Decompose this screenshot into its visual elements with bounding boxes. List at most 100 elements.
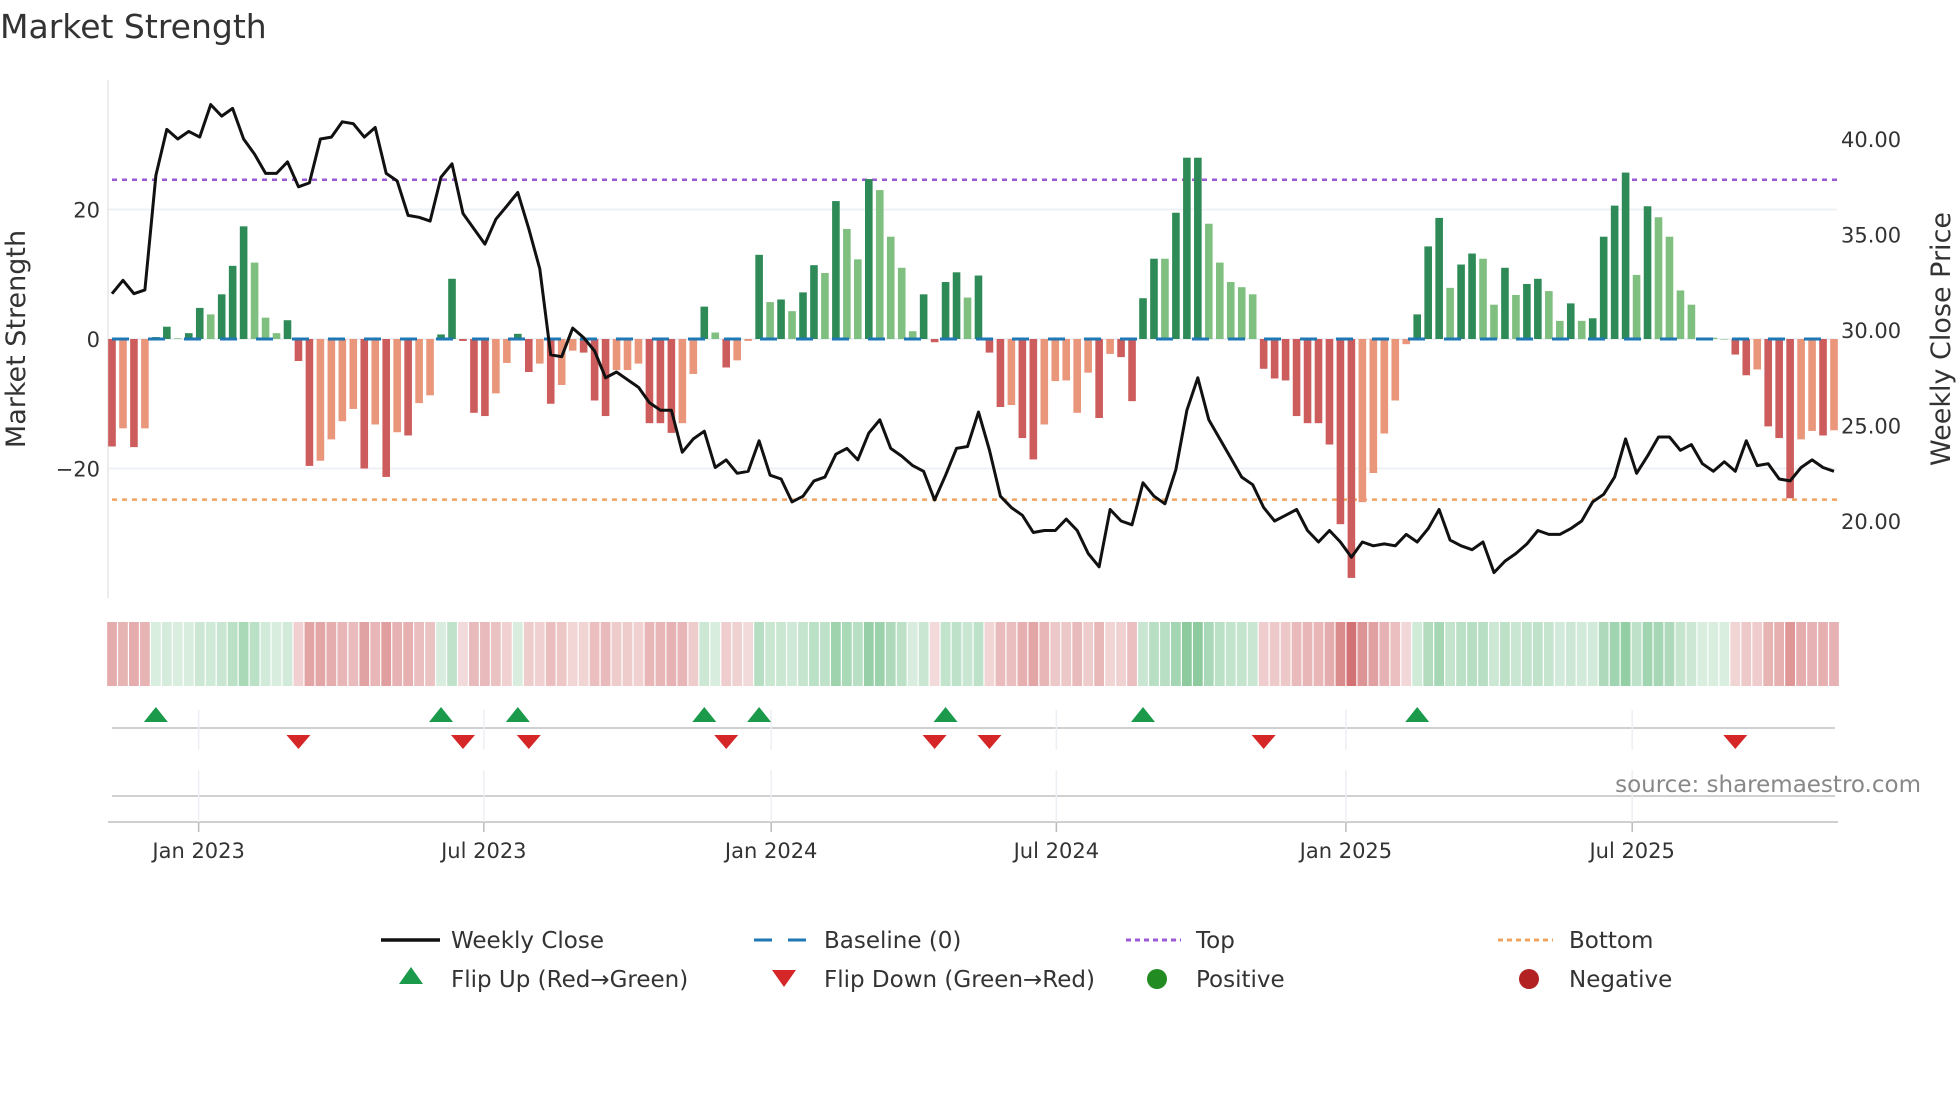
positive-bar [1654,217,1663,339]
strip-cell [1620,622,1631,686]
positive-bar [897,267,906,339]
strip-cell [392,622,403,686]
strip-cell [403,622,414,686]
strip-cell [885,622,896,686]
right-tick-label: 40.00 [1841,128,1901,152]
negative-bar [930,339,939,343]
legend-flip-up-icon [399,967,423,984]
strip-cell [765,622,775,686]
strip-cell [918,622,929,686]
strip-cell [1346,622,1357,686]
strip-cell [951,622,962,686]
positive-bar [1566,303,1575,339]
left-tick-label: −20 [56,458,100,482]
strip-cell [282,622,293,686]
positive-bar [250,262,259,339]
strip-cell [1061,622,1072,686]
strip-cell [469,622,479,686]
strip-cell [359,622,370,686]
strip-cell [1741,622,1752,686]
strip-cell [1050,622,1061,686]
strip-cell [1434,622,1445,686]
positive-bar [228,265,237,339]
negative-bar [1281,339,1290,381]
strip-cell [863,622,874,686]
left-tick-label: 20 [73,199,100,223]
positive-bar [1720,339,1729,340]
positive-bar [206,314,215,339]
strip-cell [227,622,238,686]
flip-down-marker [1723,735,1748,749]
negative-bar [492,339,500,394]
strip-cell [1357,622,1368,686]
positive-bar [1512,294,1520,339]
strip-cell [776,622,786,686]
negative-bar [1106,339,1114,354]
strip-cell [194,622,205,686]
strip-cell [1500,622,1510,686]
positive-bar [1457,264,1465,339]
flip-up-marker [692,707,717,722]
negative-bar [119,339,127,429]
strip-cell [1291,622,1302,686]
strip-cell [995,622,1006,686]
strip-cell [1313,622,1324,686]
positive-bar [272,333,281,339]
strip-cell [1017,622,1028,686]
strip-cell [1324,622,1335,686]
strip-cell [622,622,633,686]
positive-bar [448,278,456,339]
flip-up-marker [429,707,454,722]
negative-bar [568,339,577,351]
negative-bar [1753,339,1762,370]
strip-cell [172,622,183,686]
positive-bar [1479,258,1487,339]
strip-cell [841,622,852,686]
flip-up-marker [747,707,772,722]
negative-bar [1051,339,1060,382]
right-tick-label: 25.00 [1841,415,1901,439]
strip-cell [1609,622,1620,686]
strip-cell [1675,622,1686,686]
strip-cell [216,622,227,686]
positive-bar [1676,290,1685,339]
strip-cell [973,622,984,686]
strip-cell [589,622,600,686]
right-tick-label: 20.00 [1841,510,1901,534]
x-tick-label: Jul 2024 [1012,839,1099,863]
positive-bar [1599,236,1608,339]
strip-cell [1818,622,1828,686]
flip-down-marker [450,735,475,749]
flip-down-marker [1251,735,1276,749]
strip-cell [1269,622,1280,686]
strip-cell [852,622,863,686]
negative-bar [1007,339,1016,406]
right-axis-title: Weekly Close Price [1926,212,1957,466]
positive-bar [821,272,829,339]
negative-bar [294,339,303,362]
legend-weekly-close-label: Weekly Close [451,928,604,954]
strip-cell [480,622,490,686]
negative-bar [689,339,698,374]
strip-cell [326,622,337,686]
strip-cell [567,622,578,686]
positive-bar [1172,212,1180,339]
positive-bar [1413,314,1422,339]
x-tick-label: Jul 2023 [439,839,526,863]
strip-cell [1664,622,1675,686]
strip-cell [1642,622,1653,686]
positive-bar [1215,262,1224,339]
strip-cell [1554,622,1565,686]
legend-flip-down-label: Flip Down (Green→Red) [824,967,1095,993]
strip-cell [798,622,808,686]
strip-cell [1094,622,1105,686]
positive-bar [755,254,763,339]
flip-up-marker [933,707,958,722]
legend: Weekly Close Baseline (0) Top Bottom Fli… [381,928,1672,993]
positive-bar [1161,258,1169,339]
strip-cell [1686,622,1697,686]
strip-cell [447,622,457,686]
strip-cell [205,622,216,686]
negative-bar [382,339,391,477]
flip-down-marker [922,735,947,749]
